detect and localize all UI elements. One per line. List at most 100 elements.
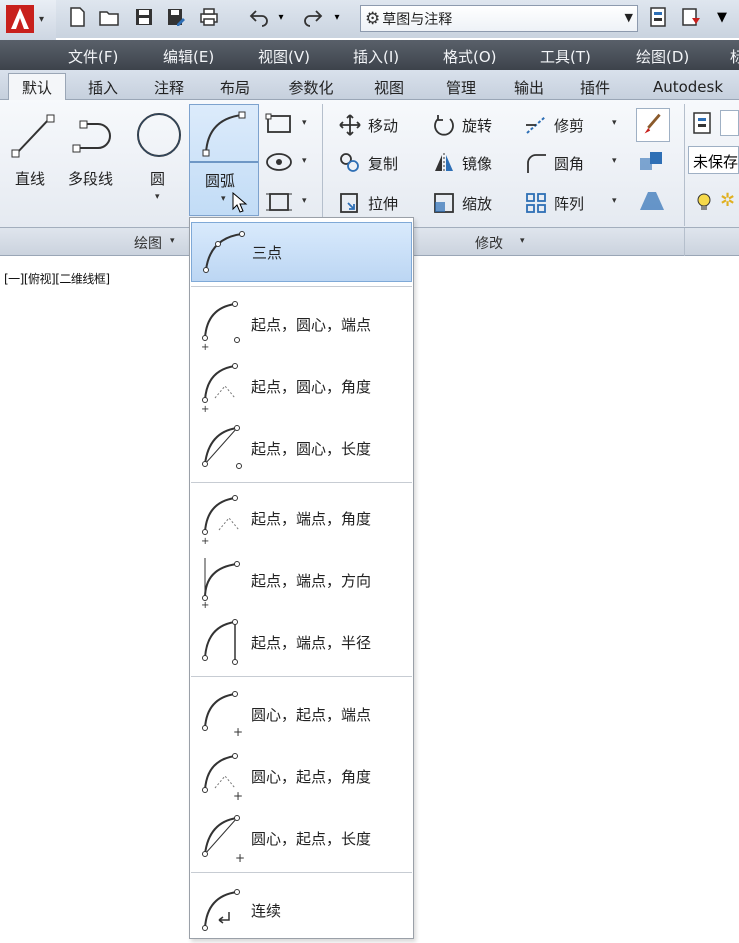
- save-as-icon[interactable]: [163, 4, 189, 30]
- tab-manage[interactable]: 管理: [432, 74, 490, 100]
- menu-file[interactable]: 文件(F): [68, 46, 118, 67]
- array-label: 阵列: [554, 194, 585, 213]
- trim-button[interactable]: 修剪: [524, 110, 584, 140]
- undo-dropdown-icon[interactable]: ▾: [274, 4, 288, 30]
- arc-start-center-angle-icon: +: [201, 363, 238, 414]
- layer-state-icon[interactable]: [720, 110, 739, 136]
- move-icon: [339, 114, 361, 136]
- svg-text:+: +: [201, 600, 209, 608]
- menu-item-arc-start-center-length[interactable]: 起点，圆心，长度: [191, 418, 412, 478]
- tab-view[interactable]: 视图: [360, 74, 418, 100]
- workspace-selector[interactable]: ⚙ 草图与注释 ▼: [360, 5, 638, 32]
- trim-icon: [526, 116, 546, 134]
- application-menu-button[interactable]: ▾: [0, 0, 56, 40]
- tab-autodesk[interactable]: Autodesk: [638, 74, 738, 100]
- chevron-down-icon[interactable]: ▾: [302, 156, 307, 166]
- layer-properties-icon[interactable]: [690, 110, 716, 136]
- menu-draw[interactable]: 绘图(D): [636, 46, 689, 67]
- explode-icon[interactable]: [636, 148, 670, 178]
- circle-label[interactable]: 圆: [150, 168, 165, 189]
- fillet-button[interactable]: 圆角: [524, 148, 584, 178]
- fillet-label: 圆角: [554, 154, 585, 173]
- redo-icon[interactable]: [300, 4, 326, 30]
- layer-state-combo[interactable]: 未保存: [688, 146, 739, 174]
- redo-dropdown-icon[interactable]: ▾: [330, 4, 344, 30]
- line-icon[interactable]: [8, 110, 58, 162]
- menu-separator: [191, 286, 412, 287]
- undo-icon[interactable]: [246, 4, 272, 30]
- menu-item-arc-3point[interactable]: 三点: [191, 222, 412, 282]
- menu-item-arc-start-end-radius[interactable]: 起点，端点，半径: [191, 612, 412, 672]
- polyline-label[interactable]: 多段线: [68, 168, 113, 189]
- boundary-icon[interactable]: [264, 188, 294, 216]
- chevron-down-icon[interactable]: ▾: [155, 192, 160, 202]
- menu-format[interactable]: 格式(O): [443, 46, 497, 67]
- arc-continue-icon: [202, 889, 240, 931]
- chevron-down-icon[interactable]: ▾: [221, 194, 226, 204]
- menu-tools[interactable]: 工具(T): [540, 46, 591, 67]
- layer-properties-icon[interactable]: [645, 4, 671, 30]
- open-folder-icon[interactable]: [96, 4, 122, 30]
- menu-bar: 文件(F) 编辑(E) 视图(V) 插入(I) 格式(O) 工具(T) 绘图(D…: [0, 40, 739, 70]
- tab-default[interactable]: 默认: [8, 73, 66, 101]
- menu-insert[interactable]: 插入(I): [353, 46, 399, 67]
- hatch-icon[interactable]: [264, 148, 294, 176]
- arc-button-top[interactable]: [190, 105, 258, 163]
- modify-panel-title[interactable]: 修改: [475, 233, 503, 253]
- menu-edit[interactable]: 编辑(E): [163, 46, 214, 67]
- chevron-down-icon[interactable]: ▾: [612, 156, 617, 166]
- draw-panel-title[interactable]: 绘图: [134, 233, 162, 253]
- chevron-down-icon[interactable]: ▾: [302, 118, 307, 128]
- new-file-icon[interactable]: [64, 4, 90, 30]
- workspace-name: 草图与注释: [382, 11, 453, 28]
- array-icon: [526, 193, 546, 213]
- rectangle-icon[interactable]: [264, 110, 294, 138]
- mouse-cursor-icon: [232, 192, 248, 213]
- customize-qat-icon[interactable]: ▼: [712, 4, 732, 30]
- chevron-down-icon[interactable]: ▾: [170, 236, 175, 246]
- menu-item-arc-start-center-angle[interactable]: + 起点，圆心，角度: [191, 356, 412, 416]
- tab-parametric[interactable]: 参数化: [278, 74, 344, 100]
- chevron-down-icon[interactable]: ▾: [612, 118, 617, 128]
- tab-output[interactable]: 输出: [500, 74, 558, 100]
- arc-label[interactable]: 圆弧: [205, 170, 235, 191]
- circle-icon[interactable]: [132, 108, 186, 162]
- stretch-button[interactable]: 拉伸: [338, 188, 398, 218]
- ribbon-tab-bar: 默认 插入 注释 布局 参数化 视图 管理 输出 插件 Autodesk: [0, 70, 739, 101]
- menu-item-arc-start-end-angle[interactable]: + 起点，端点，角度: [191, 488, 412, 548]
- panel-divider: [684, 228, 685, 256]
- tab-addins[interactable]: 插件: [566, 74, 624, 100]
- line-label[interactable]: 直线: [15, 168, 45, 189]
- tab-insert[interactable]: 插入: [74, 74, 132, 100]
- lightbulb-icon[interactable]: [692, 190, 716, 214]
- paintbrush-icon[interactable]: [636, 108, 670, 142]
- menu-view[interactable]: 视图(V): [258, 46, 310, 67]
- menu-item-arc-start-center-end[interactable]: + 起点，圆心，端点: [191, 294, 412, 354]
- sun-icon[interactable]: ✲: [720, 190, 739, 214]
- menu-item-arc-center-start-angle[interactable]: + 圆心，起点，角度: [191, 746, 412, 806]
- polyline-icon[interactable]: [70, 110, 126, 162]
- scale-button[interactable]: 缩放: [432, 188, 492, 218]
- menu-dimension[interactable]: 标: [730, 46, 739, 67]
- join-icon[interactable]: [636, 186, 670, 216]
- copy-label: 复制: [368, 154, 399, 173]
- chevron-down-icon[interactable]: ▾: [612, 196, 617, 206]
- print-icon[interactable]: [196, 4, 222, 30]
- viewport-controls[interactable]: [一][俯视][二维线框]: [4, 270, 110, 287]
- menu-item-arc-center-start-end[interactable]: + 圆心，起点，端点: [191, 684, 412, 744]
- mirror-button[interactable]: 镜像: [432, 148, 492, 178]
- rotate-button[interactable]: 旋转: [432, 110, 492, 140]
- menu-item-label: 三点: [252, 243, 283, 262]
- menu-item-arc-center-start-length[interactable]: + 圆心，起点，长度: [191, 808, 412, 868]
- chevron-down-icon[interactable]: ▾: [520, 236, 525, 246]
- move-button[interactable]: 移动: [338, 110, 398, 140]
- save-icon[interactable]: [131, 4, 157, 30]
- menu-item-arc-start-end-direction[interactable]: + 起点，端点，方向: [191, 550, 412, 610]
- tab-layout[interactable]: 布局: [206, 74, 264, 100]
- tab-annotate[interactable]: 注释: [140, 74, 198, 100]
- copy-button[interactable]: 复制: [338, 148, 398, 178]
- array-button[interactable]: 阵列: [524, 188, 584, 218]
- chevron-down-icon[interactable]: ▾: [302, 196, 307, 206]
- menu-item-arc-continue[interactable]: 连续: [191, 880, 412, 940]
- publish-icon[interactable]: [678, 4, 704, 30]
